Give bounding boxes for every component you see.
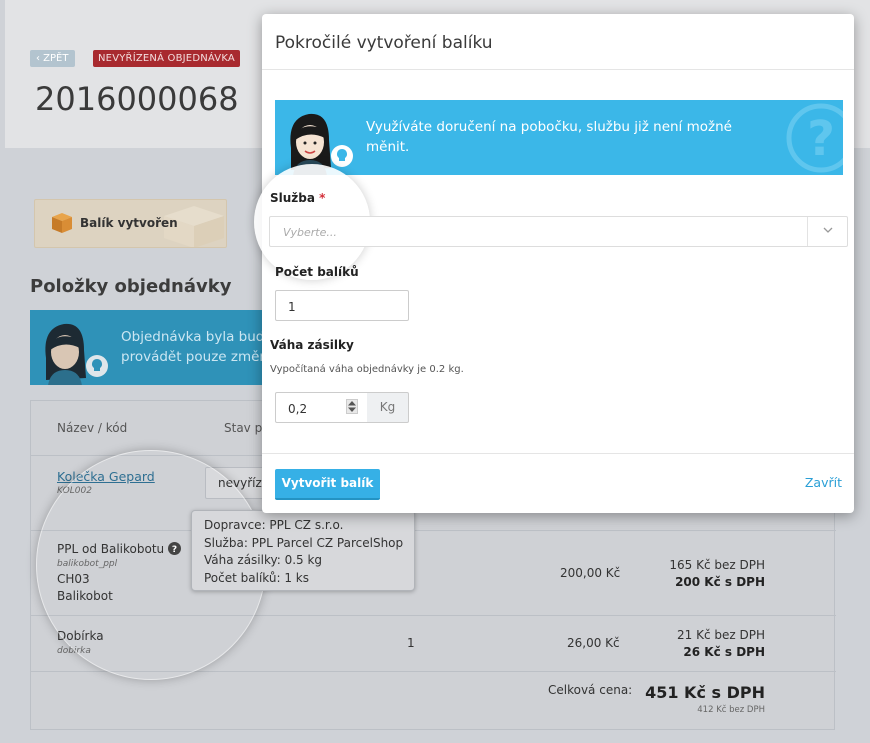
cod-price-gross: 26 Kč s DPH — [683, 645, 765, 659]
modal-info-line2: měnit. — [366, 139, 410, 155]
weight-value: 0,2 — [288, 402, 308, 416]
back-button[interactable]: ‹ ZPĚT — [30, 50, 75, 67]
total-gross: 451 Kč s DPH — [645, 683, 765, 702]
status-badge: NEVYŘÍZENÁ OBJEDNÁVKA — [93, 50, 240, 67]
tooltip-weight: Váha zásilky: 0.5 kg — [204, 553, 323, 567]
weight-unit: Kg — [367, 392, 409, 423]
required-marker: * — [319, 191, 326, 205]
modal-info-line1: Využíváte doručení na pobočku, službu ji… — [366, 119, 732, 135]
question-watermark-icon: ? — [786, 103, 843, 173]
stepper-arrows-icon[interactable] — [347, 400, 357, 413]
modal-header-divider — [262, 69, 854, 70]
modal-info-banner: Využíváte doručení na pobočku, službu ji… — [275, 100, 843, 175]
close-link[interactable]: Zavřít — [805, 475, 842, 490]
shipping-info-tooltip: Dopravce: PPL CZ s.r.o. Služba: PPL Parc… — [191, 510, 415, 591]
order-info-line2: provádět pouze změn — [121, 349, 268, 365]
modal-footer-divider — [262, 453, 854, 454]
column-header-state: Stav p — [224, 421, 263, 435]
cod-price-net: 21 Kč bez DPH — [677, 628, 765, 642]
item-price-gross: 200 Kč s DPH — [675, 575, 765, 589]
modal-title: Pokročilé vytvoření balíku — [275, 33, 493, 53]
select-divider — [807, 217, 808, 246]
total-net: 412 Kč bez DPH — [697, 705, 765, 715]
weight-stepper[interactable] — [346, 399, 358, 414]
service-label: Služba * — [270, 191, 325, 205]
service-select[interactable]: Vyberte... — [269, 216, 848, 247]
order-info-line1: Objednávka byla bud — [121, 329, 265, 345]
order-items-title: Položky objednávky — [30, 276, 232, 297]
svg-text:?: ? — [807, 111, 835, 167]
column-header-name: Název / kód — [57, 421, 128, 435]
create-package-button[interactable]: Vytvořit balík — [275, 469, 380, 500]
total-label: Celková cena: — [548, 683, 633, 697]
package-count-label: Počet balíků — [275, 265, 359, 279]
order-number: 2016000068 — [35, 80, 239, 118]
create-package-modal: Pokročilé vytvoření balíku Využíváte dor… — [254, 14, 854, 513]
cod-item-price: 26,00 Kč — [567, 636, 620, 650]
service-label-text: Služba — [270, 191, 315, 205]
item-price-net: 165 Kč bez DPH — [669, 558, 765, 572]
weight-hint: Vypočítaná váha objednávky je 0.2 kg. — [270, 364, 464, 375]
assistant-avatar-icon — [45, 323, 108, 385]
package-count-input[interactable]: 1 — [275, 290, 409, 321]
package-created-label: Balík vytvořen — [80, 216, 178, 230]
service-select-placeholder: Vyberte... — [283, 226, 337, 239]
tooltip-carrier: Dopravce: PPL CZ s.r.o. — [204, 518, 344, 532]
box-icon — [52, 213, 72, 233]
order-info-banner: Objednávka byla bud provádět pouze změn — [30, 310, 270, 385]
chevron-down-icon[interactable] — [821, 223, 835, 237]
package-created-card: Balík vytvořen — [34, 199, 227, 248]
item-unit-price: 200,00 Kč — [560, 566, 621, 580]
cod-item-qty: 1 — [407, 636, 415, 650]
tooltip-count: Počet balíků: 1 ks — [204, 570, 309, 585]
weight-label: Váha zásilky — [270, 338, 354, 352]
tooltip-service: Služba: PPL Parcel CZ ParcelShop — [204, 535, 404, 550]
weight-input[interactable]: 0,2 — [275, 392, 368, 423]
